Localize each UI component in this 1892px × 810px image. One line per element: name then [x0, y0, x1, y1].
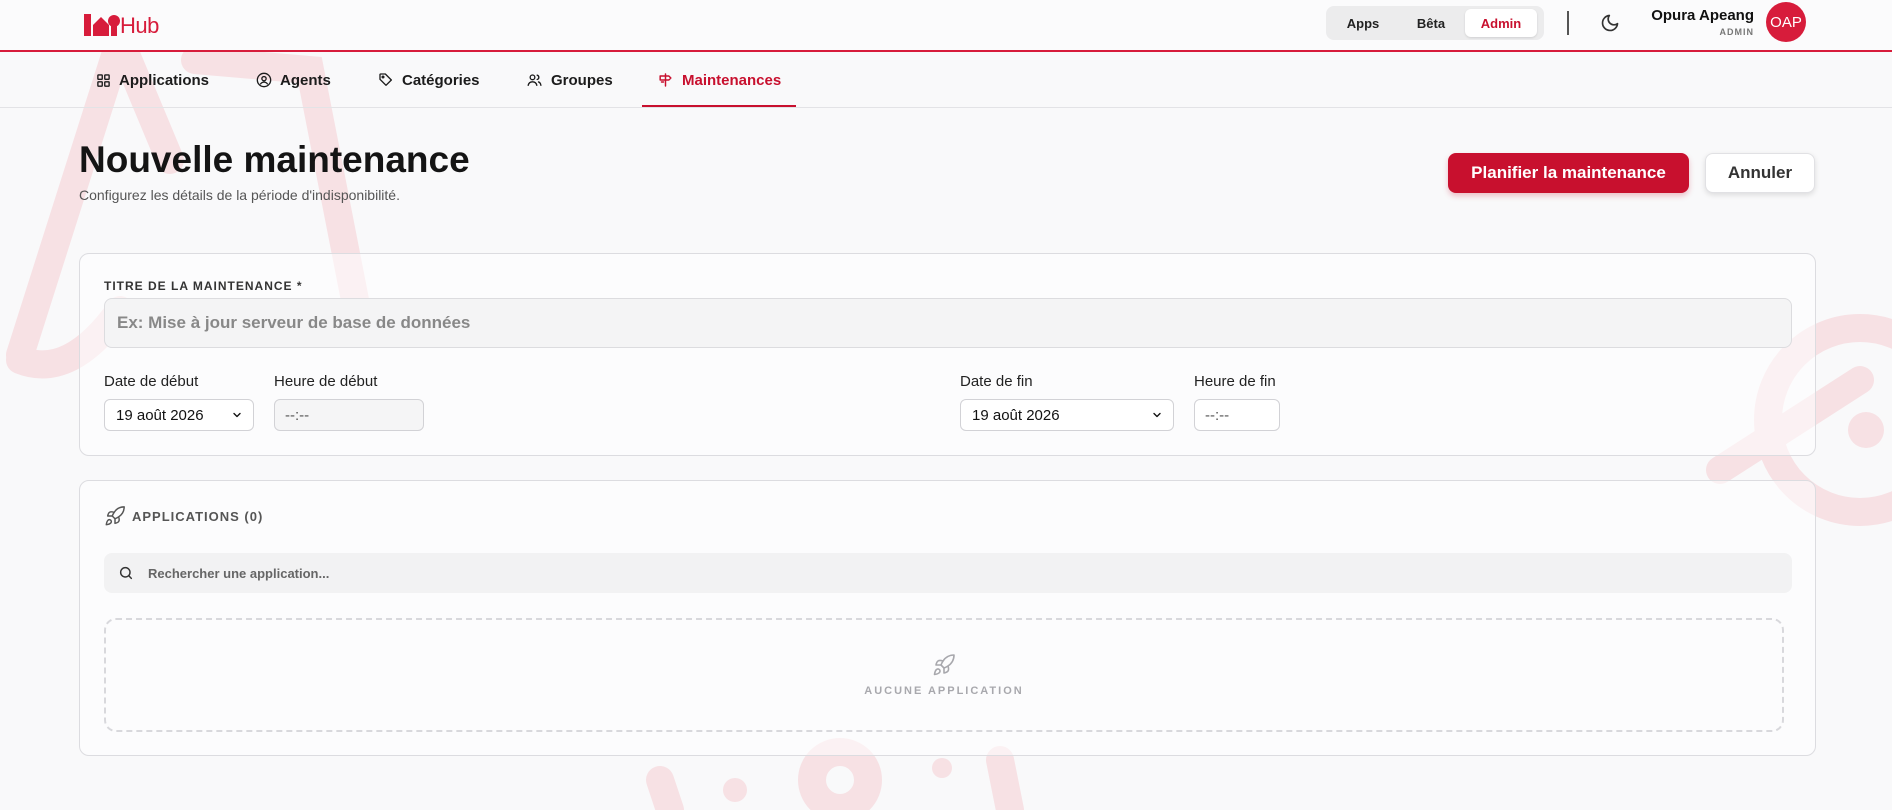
search-icon [119, 566, 133, 580]
applications-header: APPLICATIONS (0) [104, 505, 263, 527]
nav-label-agents: Agents [280, 71, 331, 89]
mode-beta-button[interactable]: Bêta [1397, 9, 1465, 37]
nav-item-categories[interactable]: Catégories [378, 52, 480, 108]
user-name: Opura Apeang [1651, 7, 1754, 24]
nav-item-groupes[interactable]: Groupes [526, 52, 613, 108]
nav-item-maintenances[interactable]: Maintenances [657, 52, 781, 108]
mode-admin-button[interactable]: Admin [1465, 9, 1537, 37]
main-nav: Applications Agents Catégories Groupes M… [0, 52, 1892, 108]
start-time-label: Heure de début [274, 373, 378, 390]
start-date-value: 19 août 2026 [116, 406, 204, 424]
start-date-select[interactable]: 19 août 2026 [104, 399, 254, 431]
applications-card: APPLICATIONS (0) AUCUNE APPLICATION [79, 480, 1816, 756]
user-info: Opura Apeang ADMIN [1640, 7, 1754, 38]
maintenance-title-input[interactable] [104, 298, 1792, 348]
logo-mark-icon [84, 14, 120, 36]
brand-logo[interactable]: Hub [84, 10, 159, 38]
nav-label-applications: Applications [119, 71, 210, 89]
page-title: Nouvelle maintenance [79, 139, 470, 180]
header-divider [1567, 11, 1569, 35]
maintenance-form-card: TITRE DE LA MAINTENANCE * Date de début … [79, 253, 1816, 456]
nav-label-groupes: Groupes [551, 71, 613, 89]
logo-text: Hub [120, 13, 159, 38]
nav-label-categories: Catégories [402, 71, 480, 89]
nav-item-agents[interactable]: Agents [256, 52, 331, 108]
schedule-maintenance-button[interactable]: Planifier la maintenance [1448, 153, 1689, 193]
page-subtitle: Configurez les détails de la période d'i… [79, 187, 400, 203]
start-date-label: Date de début [104, 373, 199, 390]
end-time-value: --:-- [1205, 406, 1230, 424]
users-icon [527, 74, 542, 86]
applications-empty-state: AUCUNE APPLICATION [104, 618, 1784, 732]
user-circle-icon [256, 72, 272, 88]
end-date-value: 19 août 2026 [972, 406, 1060, 424]
page: Hub Apps Bêta Admin Opura Apeang ADMIN O… [0, 0, 1892, 810]
end-date-label: Date de fin [960, 373, 1033, 390]
tags-icon [379, 73, 392, 86]
moon-icon [1601, 14, 1619, 32]
avatar[interactable]: OAP [1766, 2, 1806, 42]
rocket-icon [105, 506, 125, 526]
rocket-icon [933, 654, 955, 676]
signpost-icon [659, 73, 672, 87]
mode-switch: Apps Bêta Admin [1326, 6, 1544, 40]
mode-apps-button[interactable]: Apps [1329, 9, 1397, 37]
title-field-label: TITRE DE LA MAINTENANCE * [104, 279, 303, 293]
start-time-input[interactable]: --:-- [274, 399, 424, 431]
end-time-input[interactable]: --:-- [1194, 399, 1280, 431]
chevron-down-icon [1153, 412, 1161, 418]
chevron-down-icon [233, 412, 241, 418]
end-time-label: Heure de fin [1194, 373, 1276, 390]
empty-state-text: AUCUNE APPLICATION [864, 685, 1024, 697]
cancel-button[interactable]: Annuler [1705, 153, 1815, 193]
theme-toggle-button[interactable] [1598, 11, 1622, 35]
nav-active-indicator [642, 105, 796, 107]
top-header: Hub Apps Bêta Admin Opura Apeang ADMIN O… [0, 0, 1892, 52]
start-time-value: --:-- [285, 406, 310, 424]
grid-icon [97, 73, 110, 87]
nav-label-maintenances: Maintenances [682, 71, 782, 89]
applications-title: APPLICATIONS (0) [132, 508, 264, 524]
application-search [104, 553, 1792, 593]
end-date-select[interactable]: 19 août 2026 [960, 399, 1174, 431]
nav-item-applications[interactable]: Applications [96, 52, 209, 108]
application-search-input[interactable] [146, 564, 1778, 582]
user-role: ADMIN [1719, 27, 1754, 37]
